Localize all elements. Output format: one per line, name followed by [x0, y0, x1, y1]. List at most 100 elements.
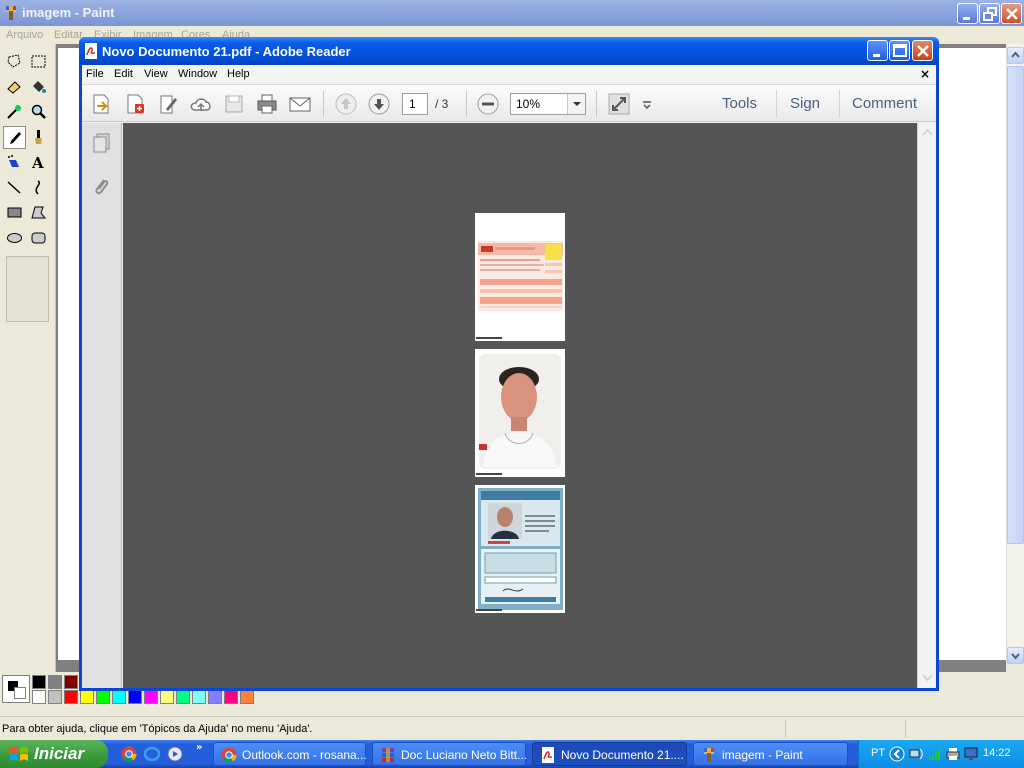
palette-swatch[interactable] [224, 690, 238, 704]
reader-close-button[interactable] [912, 40, 933, 61]
zoom-level-combobox[interactable]: 10% [510, 93, 586, 115]
toolbar-more-chevron-icon[interactable] [638, 91, 656, 117]
wireless-signal-icon[interactable] [927, 746, 943, 762]
zoom-dropdown-arrow[interactable] [567, 94, 585, 114]
chrome-quicklaunch-icon[interactable] [121, 746, 137, 762]
sign-pane-button[interactable]: Sign [790, 95, 820, 112]
tray-expand-chevron-icon[interactable] [889, 746, 905, 762]
palette-swatch[interactable] [240, 690, 254, 704]
language-indicator[interactable]: PT [871, 747, 885, 759]
reader-menu-edit[interactable]: Edit [114, 68, 133, 80]
reader-minimize-button[interactable] [867, 40, 888, 61]
rectangle-tool[interactable] [3, 201, 26, 224]
windows-media-player-icon[interactable] [167, 746, 183, 762]
email-button[interactable] [287, 91, 313, 117]
paint-titlebar[interactable]: imagem - Paint [0, 0, 1024, 26]
brush-tool[interactable] [27, 126, 50, 149]
tools-pane-button[interactable]: Tools [722, 95, 757, 112]
pdf-page-2[interactable] [475, 349, 565, 477]
airbrush-tool[interactable] [3, 151, 26, 174]
next-page-button[interactable] [366, 91, 392, 117]
palette-swatch[interactable] [176, 690, 190, 704]
attachments-paperclip-icon[interactable] [90, 175, 114, 199]
pdf-page-3[interactable] [475, 485, 565, 613]
create-pdf-button[interactable] [122, 91, 148, 117]
polygon-tool[interactable] [27, 201, 50, 224]
ellipse-tool[interactable] [3, 226, 26, 249]
taskbar-item-paint[interactable]: imagem - Paint [693, 742, 848, 766]
free-select-tool[interactable] [3, 50, 26, 73]
printer-tray-icon[interactable] [945, 746, 961, 762]
paint-scroll-down-button[interactable] [1007, 647, 1024, 664]
save-button[interactable] [221, 91, 247, 117]
palette-swatch[interactable] [64, 675, 78, 689]
reader-titlebar[interactable]: Novo Documento 21.pdf - Adobe Reader [79, 37, 939, 65]
rounded-rectangle-tool[interactable] [27, 226, 50, 249]
palette-swatch[interactable] [208, 690, 222, 704]
paint-minimize-button[interactable] [957, 3, 978, 24]
display-tray-icon[interactable] [963, 746, 979, 762]
print-button[interactable] [254, 91, 280, 117]
paint-close-button[interactable] [1001, 3, 1022, 24]
curve-tool[interactable] [27, 176, 50, 199]
palette-swatch[interactable] [32, 675, 46, 689]
taskbar-item-winrar[interactable]: Doc Luciano Neto Bitt... [372, 742, 527, 766]
start-button[interactable]: Iniciar [0, 740, 108, 768]
reader-maximize-button[interactable] [889, 40, 910, 61]
zoom-out-button[interactable] [475, 91, 501, 117]
quicklaunch-overflow-chevron-icon[interactable]: » [196, 742, 202, 753]
paint-vertical-scrollbar[interactable] [1006, 44, 1024, 664]
reader-menu-help[interactable]: Help [227, 68, 250, 80]
previous-page-button[interactable] [333, 91, 359, 117]
document-scroll-down-icon[interactable] [921, 673, 934, 683]
edit-pdf-button[interactable] [155, 91, 181, 117]
pdf-page-1[interactable] [475, 213, 565, 341]
palette-swatch[interactable] [80, 690, 94, 704]
pencil-tool[interactable] [3, 126, 26, 149]
palette-swatch[interactable] [160, 690, 174, 704]
palette-swatch[interactable] [48, 690, 62, 704]
palette-swatch[interactable] [32, 690, 46, 704]
taskbar-item-outlook[interactable]: Outlook.com - rosana... [213, 742, 367, 766]
reader-menu-view[interactable]: View [144, 68, 168, 80]
text-tool[interactable]: A [27, 151, 50, 174]
id-card-scan-thumbnail [478, 488, 563, 610]
document-scroll-up-icon[interactable] [921, 127, 934, 137]
palette-swatch[interactable] [192, 690, 206, 704]
paint-scroll-up-button[interactable] [1007, 47, 1024, 64]
upload-cloud-button[interactable] [188, 91, 214, 117]
palette-swatch[interactable] [128, 690, 142, 704]
line-tool[interactable] [3, 176, 26, 199]
paint-menu-editar[interactable]: Editar [54, 29, 83, 41]
reader-menu-file[interactable]: File [86, 68, 104, 80]
magnifier-tool[interactable] [27, 100, 50, 123]
fill-tool[interactable] [27, 75, 50, 98]
rect-select-tool[interactable] [27, 50, 50, 73]
document-close-icon[interactable]: × [920, 67, 930, 81]
network-connection-icon[interactable] [908, 746, 924, 762]
page-thumbnails-icon[interactable] [90, 131, 114, 155]
comment-pane-button[interactable]: Comment [852, 95, 917, 112]
reader-menu-window[interactable]: Window [178, 68, 217, 80]
color-picker-tool[interactable] [3, 100, 26, 123]
taskbar-item-adobe-reader[interactable]: Novo Documento 21.... [532, 742, 687, 766]
paint-menu-arquivo[interactable]: Arquivo [6, 29, 43, 41]
palette-swatch[interactable] [144, 690, 158, 704]
palette-swatch[interactable] [64, 690, 78, 704]
paint-scroll-thumb[interactable] [1007, 66, 1024, 544]
tool-options-box[interactable] [6, 256, 49, 322]
palette-swatch[interactable] [112, 690, 126, 704]
open-file-button[interactable] [88, 91, 114, 117]
internet-explorer-icon[interactable]: e [144, 746, 160, 762]
current-colors[interactable] [2, 675, 30, 703]
palette-swatch[interactable] [48, 675, 62, 689]
document-vertical-scrollbar[interactable] [917, 123, 936, 688]
paint-restore-button[interactable] [979, 3, 1000, 24]
background-color [14, 687, 26, 699]
eraser-tool[interactable] [3, 75, 26, 98]
palette-swatch[interactable] [96, 690, 110, 704]
page-number-input[interactable]: 1 [402, 93, 428, 115]
taskbar-clock[interactable]: 14:22 [983, 747, 1011, 759]
full-screen-button[interactable] [606, 91, 632, 117]
document-view[interactable] [123, 123, 917, 688]
